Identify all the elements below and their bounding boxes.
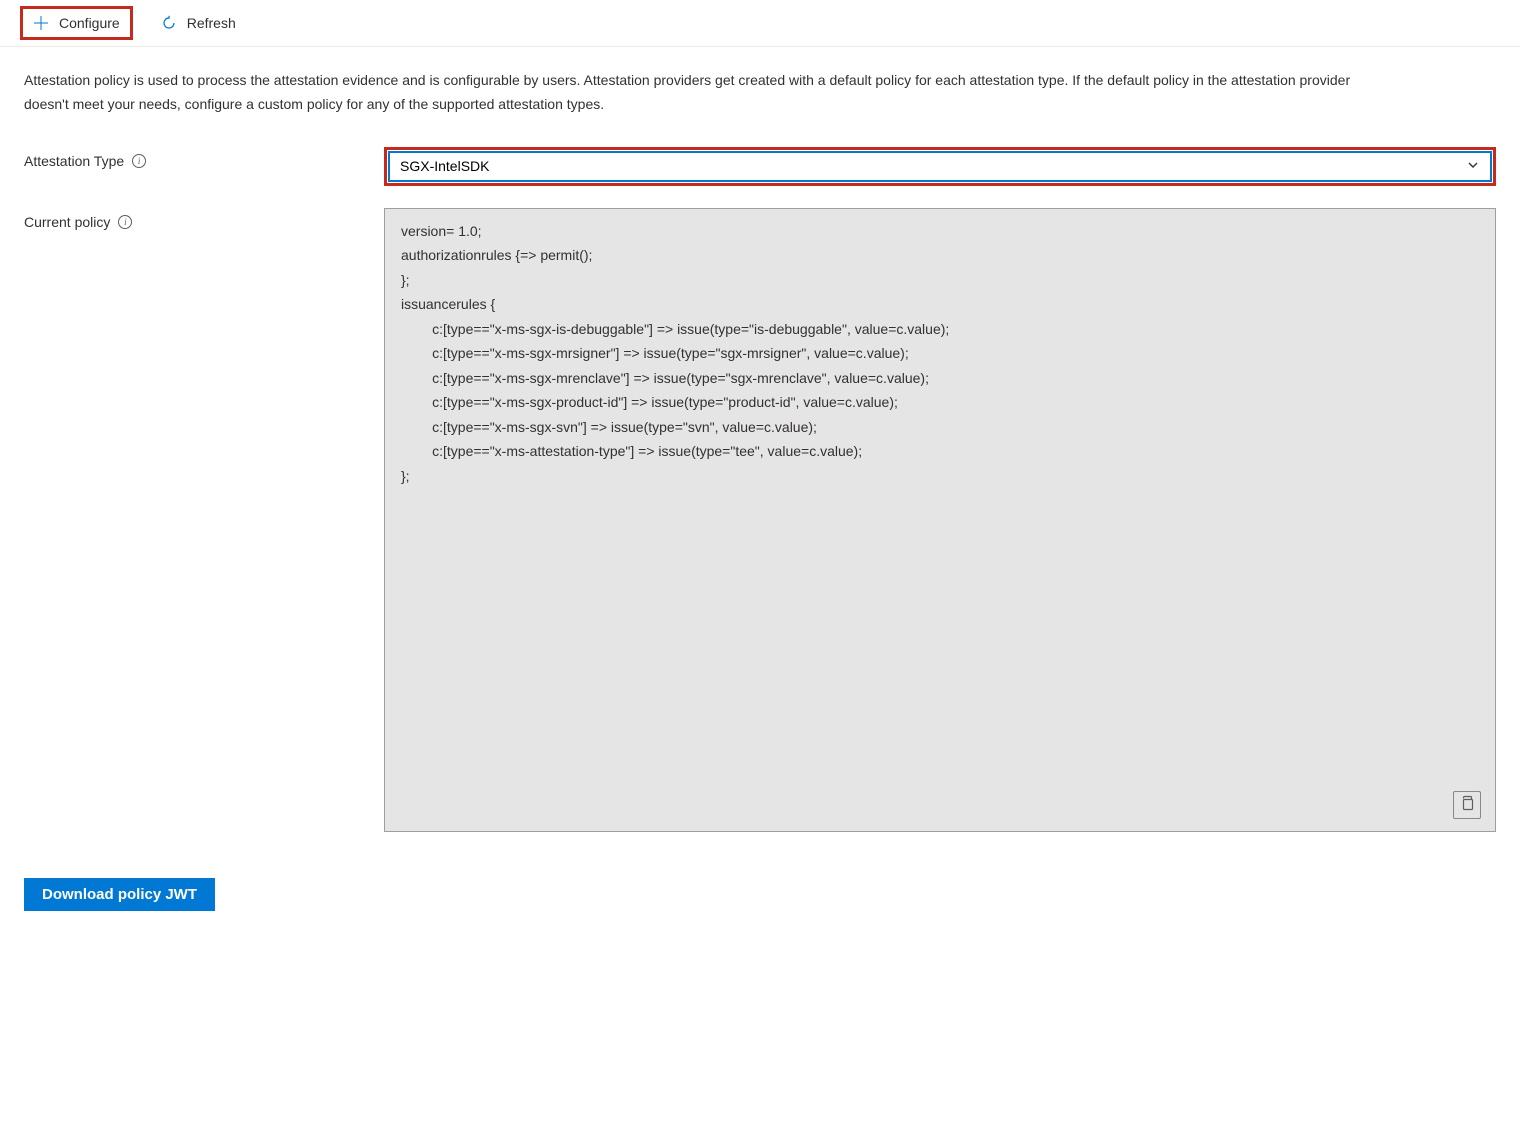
attestation-type-row: Attestation Type i SGX-IntelSDK bbox=[24, 147, 1496, 186]
policy-description: Attestation policy is used to process th… bbox=[24, 69, 1364, 117]
configure-label: Configure bbox=[59, 15, 120, 31]
attestation-type-label: Attestation Type bbox=[24, 153, 124, 169]
refresh-button[interactable]: Refresh bbox=[151, 9, 246, 37]
toolbar: Configure Refresh bbox=[0, 0, 1520, 47]
download-policy-jwt-button[interactable]: Download policy JWT bbox=[24, 878, 215, 911]
configure-highlight: Configure bbox=[20, 6, 133, 40]
current-policy-label-wrap: Current policy i bbox=[24, 208, 384, 230]
download-label: Download policy JWT bbox=[42, 886, 197, 903]
copy-icon bbox=[1459, 795, 1475, 814]
policy-text: version= 1.0; authorizationrules {=> per… bbox=[401, 223, 949, 484]
plus-icon bbox=[33, 15, 49, 31]
info-icon[interactable]: i bbox=[132, 154, 146, 168]
info-icon[interactable]: i bbox=[118, 215, 132, 229]
copy-button[interactable] bbox=[1453, 791, 1481, 819]
attestation-type-label-wrap: Attestation Type i bbox=[24, 147, 384, 169]
policy-text-box: version= 1.0; authorizationrules {=> per… bbox=[384, 208, 1496, 832]
refresh-icon bbox=[161, 15, 177, 31]
attestation-type-control: SGX-IntelSDK bbox=[384, 147, 1496, 186]
content-area: Attestation policy is used to process th… bbox=[0, 47, 1520, 933]
current-policy-control: version= 1.0; authorizationrules {=> per… bbox=[384, 208, 1496, 832]
current-policy-row: Current policy i version= 1.0; authoriza… bbox=[24, 208, 1496, 832]
chevron-down-icon bbox=[1466, 158, 1480, 175]
configure-button[interactable]: Configure bbox=[23, 9, 130, 37]
attestation-type-dropdown[interactable]: SGX-IntelSDK bbox=[388, 151, 1492, 182]
current-policy-label: Current policy bbox=[24, 214, 110, 230]
refresh-label: Refresh bbox=[187, 15, 236, 31]
attestation-type-highlight: SGX-IntelSDK bbox=[384, 147, 1496, 186]
attestation-type-value: SGX-IntelSDK bbox=[400, 158, 489, 174]
